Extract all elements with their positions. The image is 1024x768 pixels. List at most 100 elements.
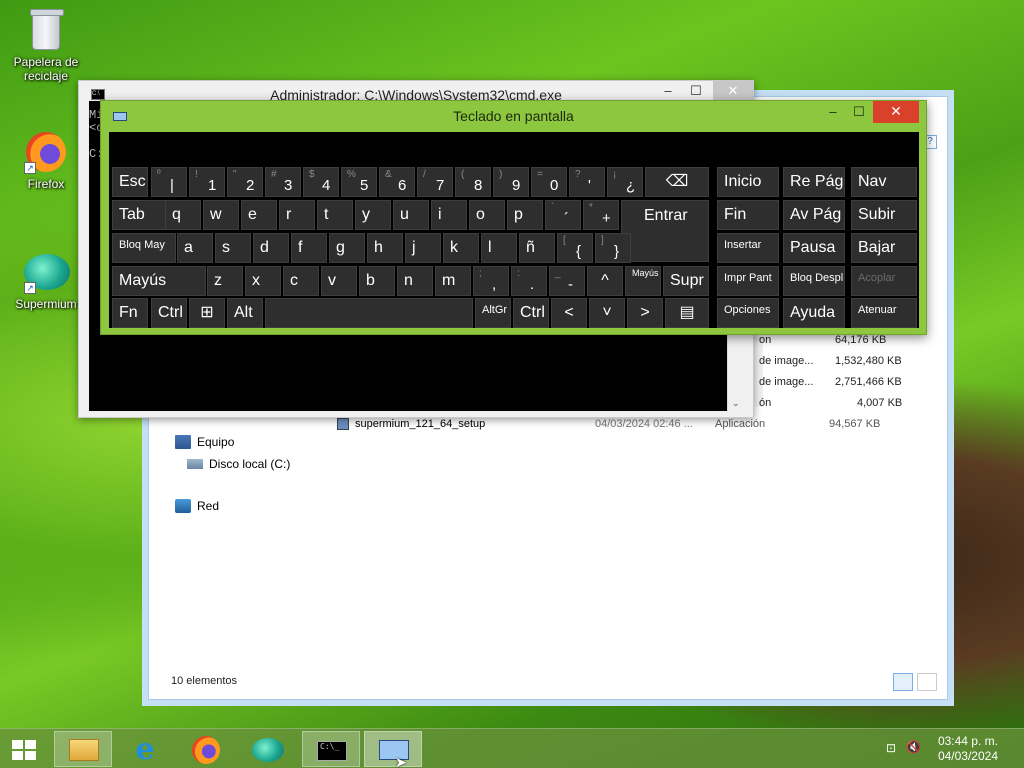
minimize-button[interactable]: – <box>820 101 846 123</box>
windows-key[interactable]: ⊞ <box>189 298 225 328</box>
key-l[interactable]: l <box>481 233 517 263</box>
taskbar-cmd-button[interactable]: C:\_ <box>302 731 360 767</box>
nav-item-computer[interactable]: Equipo <box>175 435 234 449</box>
key-symbol[interactable]: _ - <box>549 266 585 296</box>
details-view-button[interactable] <box>893 673 913 691</box>
key-arrow-right[interactable]: > <box>627 298 663 328</box>
desktop-icon-supermium[interactable]: ↗ Supermium <box>8 250 84 311</box>
key-a[interactable]: a <box>177 233 213 263</box>
desktop-icon-recycle-bin[interactable]: Papelera de reciclaje <box>8 8 84 83</box>
key-altgr[interactable]: AltGr <box>475 298 511 328</box>
key-arrow-up[interactable]: ^ <box>587 266 623 296</box>
key-insertar[interactable]: Insertar <box>717 233 779 263</box>
key-fin[interactable]: Fin <box>717 200 779 230</box>
key-x[interactable]: x <box>245 266 281 296</box>
maximize-button[interactable]: ☐ <box>846 101 872 123</box>
key-4[interactable]: $4 <box>303 167 339 197</box>
key-mayus[interactable]: Mayús <box>112 266 206 296</box>
maximize-button[interactable]: ☐ <box>681 81 711 101</box>
key-0[interactable]: = 0 <box>531 167 567 197</box>
key-arrow-left[interactable]: < <box>551 298 587 328</box>
key-i[interactable]: i <box>431 200 467 230</box>
taskbar-ie-button[interactable]: e <box>116 731 174 767</box>
key-bloq-despl[interactable]: Bloq Despl <box>783 266 845 296</box>
minimize-button[interactable]: – <box>653 81 683 101</box>
key-bloq-may[interactable]: Bloq May <box>112 233 176 263</box>
nav-item-network[interactable]: Red <box>175 499 219 513</box>
key-6[interactable]: & 6 <box>379 167 415 197</box>
key-t[interactable]: t <box>317 200 353 230</box>
key-symbol[interactable]: º | <box>151 167 187 197</box>
network-tray-icon[interactable]: ⊡ <box>886 741 900 755</box>
key-j[interactable]: j <box>405 233 441 263</box>
key-symbol[interactable]: ;, <box>473 266 509 296</box>
key-n[interactable]: n <box>397 266 433 296</box>
key-5[interactable]: % 5 <box>341 167 377 197</box>
key-v[interactable]: v <box>321 266 357 296</box>
backspace-key[interactable]: ⌫ <box>645 167 709 197</box>
key-arrow-down[interactable]: ˅ <box>589 298 625 328</box>
close-button[interactable]: ✕ <box>873 101 919 123</box>
key-esc[interactable]: Esc <box>112 167 148 197</box>
key-symbol[interactable]: ¡ ¿ <box>607 167 643 197</box>
key-acoplar[interactable]: Acoplar <box>851 266 917 296</box>
key-q[interactable]: q <box>165 200 201 230</box>
file-row[interactable]: supermium_121_64_setup 04/03/2024 02:46 … <box>149 415 909 435</box>
key-u[interactable]: u <box>393 200 429 230</box>
key-k[interactable]: k <box>443 233 479 263</box>
key-impr-pant[interactable]: Impr Pant <box>717 266 779 296</box>
key-ctrl[interactable]: Ctrl <box>151 298 187 328</box>
key-w[interactable]: w <box>203 200 239 230</box>
nav-item-local-disk[interactable]: Disco local (C:) <box>187 457 290 471</box>
key-supr[interactable]: Supr <box>663 266 709 296</box>
desktop-icon-firefox[interactable]: ↗ Firefox <box>8 130 84 191</box>
key-2[interactable]: " 2 <box>227 167 263 197</box>
key-h[interactable]: h <box>367 233 403 263</box>
key-symbol[interactable]: :. <box>511 266 547 296</box>
key-symbol[interactable]: ? ' <box>569 167 605 197</box>
key-n[interactable]: ñ <box>519 233 555 263</box>
key-o[interactable]: o <box>469 200 505 230</box>
key-ctrl[interactable]: Ctrl <box>513 298 549 328</box>
key-f[interactable]: f <box>291 233 327 263</box>
key-entrar[interactable]: Entrar <box>621 200 709 262</box>
key-bajar[interactable]: Bajar <box>851 233 917 263</box>
key-symbol[interactable]: * + <box>583 200 619 230</box>
key-pausa[interactable]: Pausa <box>783 233 845 263</box>
key-9[interactable]: ) 9 <box>493 167 529 197</box>
taskbar-supermium-button[interactable] <box>240 731 298 767</box>
key-av-pag[interactable]: Av Pág <box>783 200 845 230</box>
taskbar-osk-button[interactable]: ➤ <box>364 731 422 768</box>
key-fn[interactable]: Fn <box>112 298 148 328</box>
chevron-down-icon[interactable]: ⌄ <box>732 398 740 409</box>
key-subir[interactable]: Subir <box>851 200 917 230</box>
key-7[interactable]: /7 <box>417 167 453 197</box>
key-g[interactable]: g <box>329 233 365 263</box>
key-ayuda[interactable]: Ayuda <box>783 298 845 328</box>
key-s[interactable]: s <box>215 233 251 263</box>
key-r[interactable]: r <box>279 200 315 230</box>
volume-muted-icon[interactable]: 🔇 <box>906 740 922 756</box>
key-p[interactable]: p <box>507 200 543 230</box>
taskbar-firefox-button[interactable] <box>178 731 236 767</box>
key-re-pag[interactable]: Re Pág <box>783 167 845 197</box>
large-icons-view-button[interactable] <box>917 673 937 691</box>
key-nav[interactable]: Nav <box>851 167 917 197</box>
menu-key[interactable]: ▤ <box>665 298 709 328</box>
key-space[interactable] <box>265 298 473 328</box>
key-b[interactable]: b <box>359 266 395 296</box>
key-1[interactable]: ! 1 <box>189 167 225 197</box>
key-8[interactable]: (8 <box>455 167 491 197</box>
key-m[interactable]: m <box>435 266 471 296</box>
key-d[interactable]: d <box>253 233 289 263</box>
taskbar-explorer-button[interactable] <box>54 731 112 767</box>
key-alt[interactable]: Alt <box>227 298 263 328</box>
key-y[interactable]: y <box>355 200 391 230</box>
key-z[interactable]: z <box>207 266 243 296</box>
key-symbol[interactable]: ` ´ <box>545 200 581 230</box>
key-3[interactable]: #3 <box>265 167 301 197</box>
key-opciones[interactable]: Opciones <box>717 298 779 328</box>
key-inicio[interactable]: Inicio <box>717 167 779 197</box>
close-button[interactable]: ✕ <box>713 81 753 101</box>
key-e[interactable]: e <box>241 200 277 230</box>
